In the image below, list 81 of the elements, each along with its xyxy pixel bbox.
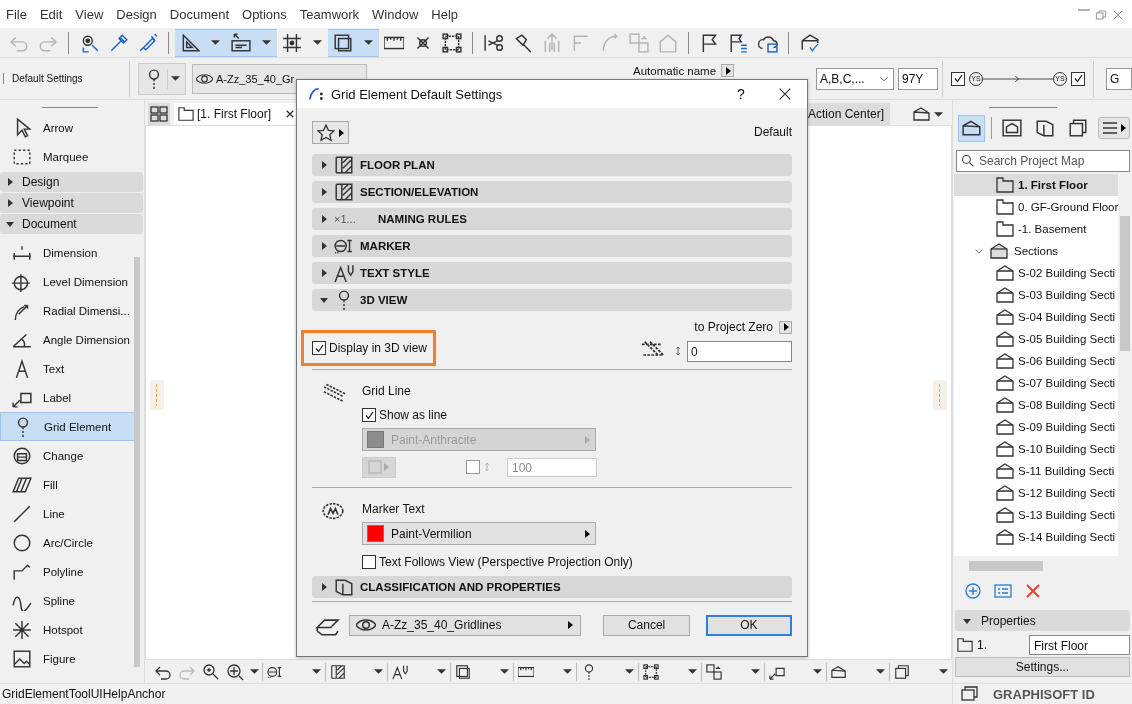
tool-item[interactable]: Line (0, 499, 135, 528)
height-field[interactable]: 100 (507, 457, 597, 477)
tool-item[interactable]: Level Dimension (0, 267, 135, 296)
tree-item[interactable]: S-07 Building Secti (954, 372, 1118, 394)
menu-item[interactable]: Teamwork (293, 6, 367, 22)
tree-item[interactable]: Sections (954, 240, 1118, 262)
tree-item[interactable]: S-10 Building Secti (954, 438, 1118, 460)
status-text: GridElementToolUIHelpAnchor (1, 687, 167, 701)
tree-item[interactable]: S-04 Building Secti (954, 306, 1118, 328)
story-number: 1. (977, 638, 988, 652)
search-field[interactable]: Search Project Map (956, 150, 1130, 172)
tool-item[interactable]: Arrow (0, 113, 135, 142)
menu-item[interactable]: Design (110, 6, 164, 22)
checkbox-label: Show as line (379, 408, 448, 422)
settings-label: Default Settings (3, 73, 125, 84)
tool-item[interactable]: Text (0, 354, 135, 383)
preset-label: Default (753, 124, 792, 139)
checkbox-label: Text Follows View (Perspective Projection Only) (379, 555, 633, 569)
layer-dropdown[interactable]: A-Zz_35_40_Gridlines (349, 614, 582, 636)
tool-item[interactable]: Radial Dimensi... (0, 296, 135, 325)
section-header[interactable]: SECTION/ELEVATION (312, 181, 792, 203)
section-header[interactable]: CLASSIFICATION AND PROPERTIES (312, 576, 792, 598)
section-header[interactable]: 3D VIEW (312, 289, 792, 311)
menu-item[interactable]: Options (236, 6, 294, 22)
name-field[interactable]: First Floor (1029, 635, 1130, 655)
group-header[interactable]: Document (0, 214, 143, 234)
menu-item[interactable]: Help (425, 6, 466, 22)
cancel-button[interactable]: Cancel (603, 614, 690, 636)
group-header[interactable]: Viewpoint (0, 193, 143, 213)
tree-item[interactable]: S-05 Building Secti (954, 328, 1118, 350)
section-header[interactable]: TEXT STYLE (312, 262, 792, 284)
group-header[interactable]: Design (0, 172, 143, 192)
elevation-field[interactable]: 0 (687, 340, 792, 362)
tool-item[interactable]: Polyline (0, 557, 135, 586)
field-label: Automatic name (633, 64, 717, 77)
tool-item[interactable]: Figure (0, 644, 135, 673)
tool-item[interactable]: Angle Dimension (0, 325, 135, 354)
panel-header[interactable]: Properties (955, 610, 1130, 631)
view-tab[interactable]: Action Center] (807, 103, 890, 125)
tree-item[interactable]: -1. Basement (954, 218, 1118, 240)
settings-button[interactable]: Settings... (955, 657, 1130, 677)
menu-item[interactable]: Window (366, 6, 426, 22)
tree-item[interactable]: 1. First Floor (954, 174, 1118, 196)
tool-item[interactable]: Spline (0, 586, 135, 615)
menu-item[interactable]: Document (163, 6, 237, 22)
menu-item[interactable]: Edit (33, 6, 70, 22)
menu-item[interactable]: View (69, 6, 111, 22)
tool-item[interactable]: Marquee (0, 142, 135, 171)
field-label: to Project Zero (694, 320, 773, 334)
numbering-symbol: ×1... (334, 213, 357, 225)
tree-item[interactable]: S-14 Building Secti (954, 526, 1118, 548)
text-field[interactable]: G (1106, 67, 1132, 90)
tree-item[interactable]: S-03 Building Secti (954, 284, 1118, 306)
section-header[interactable]: ×1... NAMING RULES (312, 208, 792, 230)
pen-dropdown[interactable]: Paint-Vermilion (362, 522, 596, 545)
tool-item[interactable]: Fill (0, 470, 135, 499)
tool-item[interactable]: Change (0, 441, 135, 470)
tool-item[interactable]: Grid Element (0, 412, 135, 441)
checkbox-label: Display in 3D view (329, 341, 428, 355)
section-title: Marker Text (362, 502, 426, 516)
tree-item[interactable]: S-06 Building Secti (954, 350, 1118, 372)
tree-item[interactable]: S-09 Building Secti (954, 416, 1118, 438)
tree-item[interactable]: 0. GF-Ground Floor (954, 196, 1118, 218)
tool-item[interactable]: Hotspot (0, 615, 135, 644)
section-title: Grid Line (362, 384, 412, 398)
tool-item[interactable]: Dimension (0, 238, 135, 267)
tree-item[interactable]: S-08 Building Secti (954, 394, 1118, 416)
section-header[interactable]: MARKER (312, 235, 792, 257)
tree-item[interactable]: S-12 Building Secti (954, 482, 1118, 504)
account-link[interactable]: GRAPHISOFT ID (993, 686, 1095, 702)
numbering-dropdown[interactable]: A,B,C,... (816, 67, 894, 90)
name-field[interactable]: 97Y (898, 67, 938, 90)
help-button[interactable]: ? (726, 86, 756, 102)
section-header[interactable]: FLOOR PLAN (312, 154, 792, 176)
tree-item[interactable]: S-13 Building Secti (954, 504, 1118, 526)
tool-item[interactable]: Label (0, 383, 135, 412)
tree-item[interactable]: S-11 Building Secti (954, 460, 1118, 482)
menu-item[interactable]: File (0, 6, 34, 22)
tree-item[interactable]: S-02 Building Secti (954, 262, 1118, 284)
ok-button[interactable]: OK (705, 614, 792, 636)
tool-item[interactable]: Arc/Circle (0, 528, 135, 557)
